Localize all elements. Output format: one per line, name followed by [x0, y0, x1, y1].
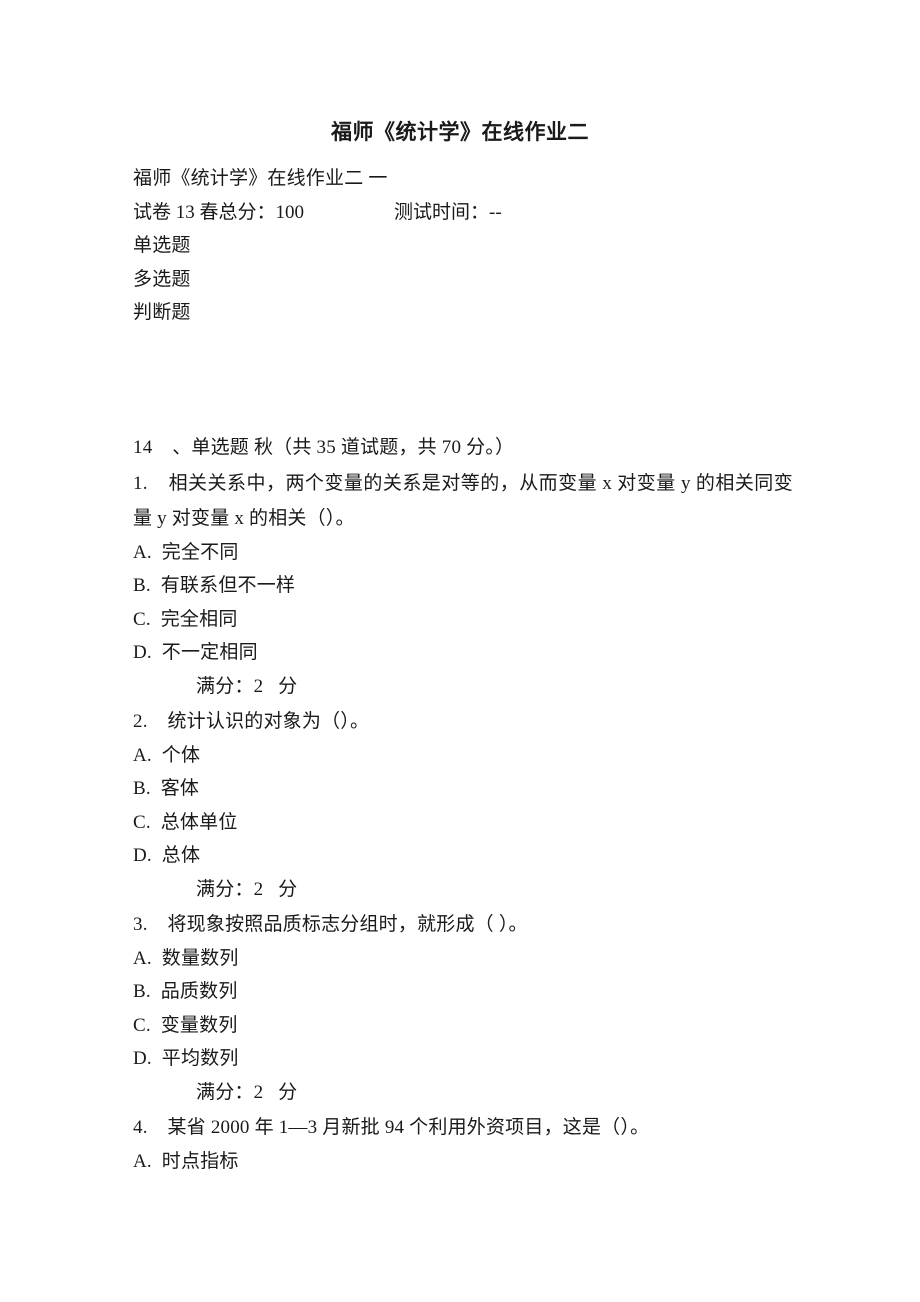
question-text: 某省 2000 年 1—3 月新批 94 个利用外资项目，这是（）。	[167, 1116, 650, 1138]
option-d[interactable]: D. 不一定相同	[133, 636, 793, 670]
toc-item-multiple-choice[interactable]: 多选题	[133, 263, 793, 297]
question-stem: 3. 将现象按照品质标志分组时，就形成（ ）。	[133, 907, 793, 942]
question-block: 1. 相关关系中，两个变量的关系是对等的，从而变量 x 对变量 y 的相关同变量…	[133, 466, 793, 704]
option-b[interactable]: B. 品质数列	[133, 975, 793, 1009]
option-a[interactable]: A. 完全不同	[133, 536, 793, 570]
option-c[interactable]: C. 完全相同	[133, 603, 793, 637]
question-block: 4. 某省 2000 年 1—3 月新批 94 个利用外资项目，这是（）。 A.…	[133, 1110, 793, 1179]
question-number: 1.	[133, 472, 148, 494]
option-b[interactable]: B. 客体	[133, 772, 793, 806]
test-time: 测试时间：--	[394, 201, 502, 223]
question-stem: 2. 统计认识的对象为（）。	[133, 704, 793, 739]
question-block: 2. 统计认识的对象为（）。 A. 个体 B. 客体 C. 总体单位 D. 总体…	[133, 704, 793, 907]
question-text: 将现象按照品质标志分组时，就形成（ ）。	[167, 913, 528, 935]
document-body: 福师《统计学》在线作业二 一 试卷 13 春总分：100 测试时间：-- 单选题 …	[133, 162, 793, 1178]
option-a[interactable]: A. 个体	[133, 739, 793, 773]
question-score: 满分：2 分	[196, 675, 298, 697]
option-d[interactable]: D. 总体	[133, 839, 793, 873]
section-heading-single-choice: 14 、单选题 秋（共 35 道试题，共 70 分。）	[133, 436, 515, 458]
option-c[interactable]: C. 变量数列	[133, 1009, 793, 1043]
question-stem: 1. 相关关系中，两个变量的关系是对等的，从而变量 x 对变量 y 的相关同变量…	[133, 466, 793, 536]
document-page: 福师《统计学》在线作业二 福师《统计学》在线作业二 一 试卷 13 春总分：10…	[0, 0, 920, 1302]
paper-meta-row: 试卷 13 春总分：100 测试时间：--	[133, 196, 793, 230]
question-score: 满分：2 分	[196, 1081, 298, 1103]
question-number: 2.	[133, 710, 148, 732]
option-d[interactable]: D. 平均数列	[133, 1042, 793, 1076]
question-score: 满分：2 分	[196, 878, 298, 900]
page-title: 福师《统计学》在线作业二	[331, 120, 589, 144]
document-subtitle: 福师《统计学》在线作业二 一	[133, 168, 388, 189]
question-text: 统计认识的对象为（）。	[167, 710, 370, 732]
option-b[interactable]: B. 有联系但不一样	[133, 569, 793, 603]
question-stem: 4. 某省 2000 年 1—3 月新批 94 个利用外资项目，这是（）。	[133, 1110, 793, 1145]
option-a[interactable]: A. 时点指标	[133, 1145, 793, 1179]
question-block: 3. 将现象按照品质标志分组时，就形成（ ）。 A. 数量数列 B. 品质数列 …	[133, 907, 793, 1110]
question-number: 3.	[133, 913, 148, 935]
question-number: 4.	[133, 1116, 148, 1138]
toc-item-single-choice[interactable]: 单选题	[133, 229, 793, 263]
question-text: 相关关系中，两个变量的关系是对等的，从而变量 x 对变量 y 的相关同变量 y …	[133, 472, 793, 529]
option-c[interactable]: C. 总体单位	[133, 806, 793, 840]
toc-item-true-false[interactable]: 判断题	[133, 296, 793, 330]
paper-info: 试卷 13 春总分：100	[133, 201, 305, 223]
option-a[interactable]: A. 数量数列	[133, 942, 793, 976]
